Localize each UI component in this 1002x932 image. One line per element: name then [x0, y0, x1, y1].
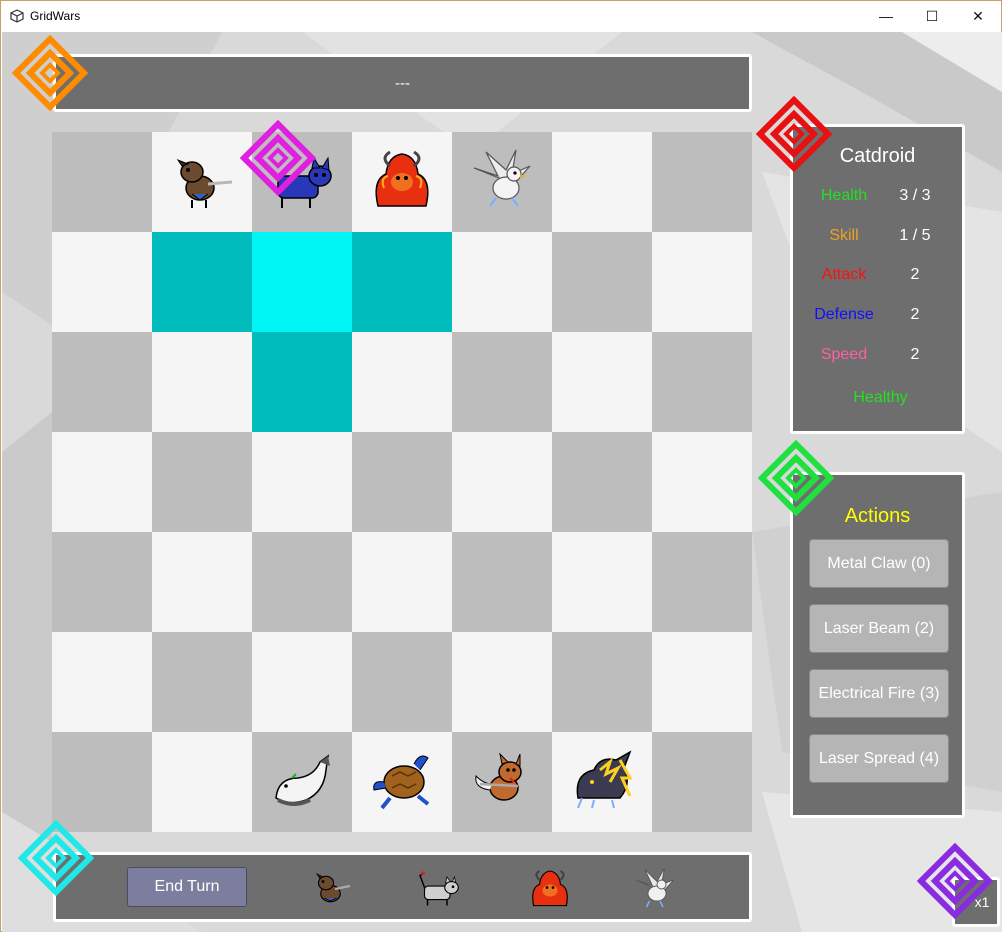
board-cell[interactable]: [352, 132, 452, 232]
board-cell[interactable]: [652, 232, 752, 332]
board-cell[interactable]: [52, 332, 152, 432]
move-range-cell[interactable]: [352, 232, 452, 332]
message-bar: ---: [53, 54, 752, 112]
dog-knight-unit-icon[interactable]: [170, 148, 234, 212]
queue-fire-bull-icon[interactable]: [526, 865, 574, 913]
board-cell[interactable]: [652, 532, 752, 632]
queue-robot-cat-icon[interactable]: [414, 865, 462, 913]
board-cell[interactable]: [52, 732, 152, 832]
minimize-button[interactable]: —: [863, 1, 909, 31]
board-cell[interactable]: [552, 432, 652, 532]
board-cell[interactable]: [352, 532, 452, 632]
board-cell[interactable]: [652, 132, 752, 232]
title-bar[interactable]: GridWars — ☐ ✕: [1, 1, 1001, 31]
stat-label: Skill: [829, 227, 859, 244]
board-cell[interactable]: [152, 532, 252, 632]
board-cell[interactable]: [452, 132, 552, 232]
thunder-beast-unit-icon[interactable]: [570, 748, 634, 812]
action-laser-spread-button[interactable]: Laser Spread (4): [809, 734, 949, 783]
stat-label: Speed: [820, 346, 868, 363]
fox-unit-icon[interactable]: [470, 748, 534, 812]
stat-label: Health: [820, 187, 868, 204]
actions-panel: Actions Metal Claw (0) Laser Beam (2) El…: [790, 472, 965, 818]
board-cell[interactable]: [352, 732, 452, 832]
move-target-cell[interactable]: [252, 232, 352, 332]
red-diamond-marker-icon: [756, 96, 832, 172]
board-cell[interactable]: [452, 432, 552, 532]
board-cell[interactable]: [52, 632, 152, 732]
board-cell[interactable]: [252, 732, 352, 832]
action-metal-claw-button[interactable]: Metal Claw (0): [809, 539, 949, 588]
board-cell[interactable]: [52, 432, 152, 532]
griffin-unit-icon[interactable]: [470, 148, 534, 212]
board-cell[interactable]: [552, 632, 652, 732]
purple-diamond-marker-icon: [917, 843, 993, 919]
green-diamond-marker-icon: [758, 440, 834, 516]
unit-status: Healthy: [853, 389, 908, 406]
board-cell[interactable]: [552, 132, 652, 232]
board-cell[interactable]: [52, 132, 152, 232]
game-area: --- Catdroid Health 3 / 3 Skill 1 / 5 At…: [2, 32, 1002, 932]
move-range-cell[interactable]: [152, 232, 252, 332]
board-cell[interactable]: [152, 332, 252, 432]
board-cell[interactable]: [152, 432, 252, 532]
close-button[interactable]: ✕: [955, 1, 1001, 31]
message-text: ---: [395, 74, 410, 92]
board-cell[interactable]: [452, 632, 552, 732]
board-cell[interactable]: [152, 732, 252, 832]
board-cell[interactable]: [252, 632, 352, 732]
board-cell[interactable]: [652, 332, 752, 432]
board-cell[interactable]: [452, 232, 552, 332]
game-board[interactable]: [52, 132, 752, 832]
stat-value: 2: [910, 346, 920, 363]
board-cell[interactable]: [252, 532, 352, 632]
maximize-button[interactable]: ☐: [909, 1, 955, 31]
board-cell[interactable]: [552, 732, 652, 832]
stat-value: 2: [910, 266, 920, 283]
board-cell[interactable]: [552, 532, 652, 632]
end-turn-button[interactable]: End Turn: [127, 867, 247, 907]
magenta-diamond-selection-icon: [240, 120, 316, 196]
window-title: GridWars: [30, 9, 81, 23]
board-cell[interactable]: [552, 332, 652, 432]
action-electrical-fire-button[interactable]: Electrical Fire (3): [809, 669, 949, 718]
board-cell[interactable]: [152, 132, 252, 232]
board-cell[interactable]: [552, 232, 652, 332]
board-cell[interactable]: [152, 632, 252, 732]
board-cell[interactable]: [352, 432, 452, 532]
board-cell[interactable]: [452, 732, 552, 832]
stat-value: 3 / 3: [899, 187, 931, 204]
stat-label: Defense: [814, 306, 874, 323]
queue-dog-knight-icon[interactable]: [308, 865, 356, 913]
stat-label: Attack: [821, 266, 867, 283]
turn-bar: End Turn: [53, 852, 752, 922]
board-cell[interactable]: [352, 332, 452, 432]
board-cell[interactable]: [52, 532, 152, 632]
board-cell[interactable]: [252, 432, 352, 532]
action-laser-beam-button[interactable]: Laser Beam (2): [809, 604, 949, 653]
board-cell[interactable]: [652, 632, 752, 732]
orange-diamond-marker-icon: [12, 35, 88, 111]
board-cell[interactable]: [652, 432, 752, 532]
board-cell[interactable]: [452, 332, 552, 432]
board-cell[interactable]: [652, 732, 752, 832]
stat-value: 1 / 5: [899, 227, 931, 244]
seal-unit-icon[interactable]: [270, 748, 334, 812]
move-range-cell[interactable]: [252, 332, 352, 432]
board-cell[interactable]: [352, 632, 452, 732]
fire-bull-unit-icon[interactable]: [370, 148, 434, 212]
game-window: GridWars — ☐ ✕ --- Catdroid Health 3 / 3…: [0, 0, 1002, 932]
board-cell[interactable]: [452, 532, 552, 632]
turtle-unit-icon[interactable]: [370, 748, 434, 812]
queue-griffin-icon[interactable]: [630, 865, 678, 913]
board-cell[interactable]: [52, 232, 152, 332]
cyan-diamond-marker-icon: [18, 820, 94, 896]
stat-value: 2: [910, 306, 920, 323]
app-icon: [10, 9, 24, 23]
